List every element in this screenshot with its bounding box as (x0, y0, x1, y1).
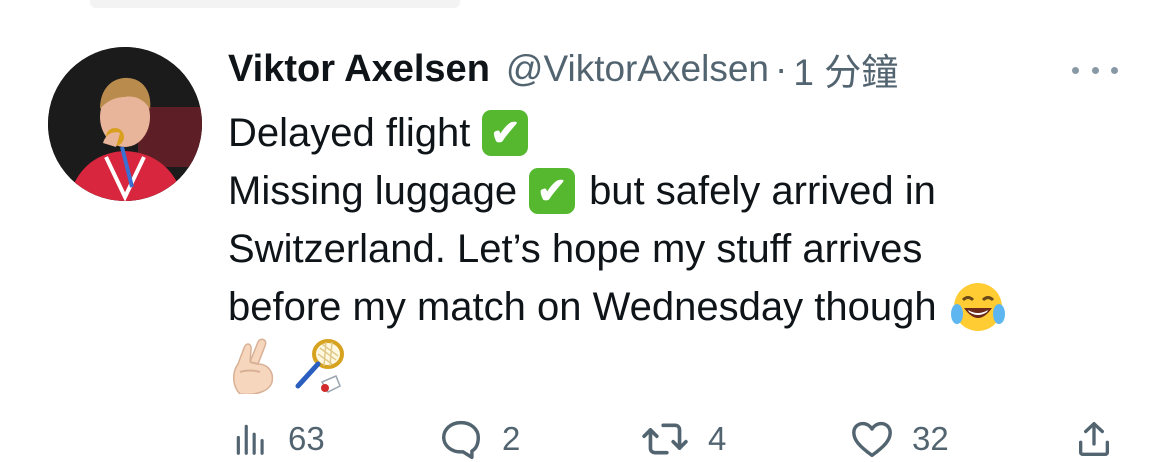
share-icon (1079, 422, 1109, 456)
tweet-timestamp[interactable]: 1 分鐘 (793, 42, 898, 96)
tweet-actions: 63 2 4 32 (228, 416, 1128, 462)
author-avatar[interactable] (48, 47, 202, 201)
like-button[interactable]: 32 (850, 416, 949, 462)
reply-count: 2 (502, 420, 521, 457)
reply-icon (442, 420, 480, 459)
retweet-count: 4 (708, 420, 727, 457)
previous-tweet-edge (90, 0, 460, 8)
header-separator: · (775, 48, 788, 89)
tweet-text: Delayed flight ✔ Missing luggage ✔ but s… (228, 104, 1128, 396)
tweet-line-3: Switzerland. Let’s hope my stuff arrives (228, 220, 1128, 278)
tweet-line-4: before my match on Wednesday though (228, 278, 1128, 336)
tweet-text-segment: Switzerland. Let’s hope my stuff arrives (228, 227, 923, 271)
tweet-text-segment: before my match on Wednesday though (228, 285, 937, 329)
crossed-fingers-emoji (233, 338, 274, 394)
more-options-icon[interactable] (1072, 55, 1118, 85)
face-with-tears-of-joy-emoji (950, 283, 1005, 331)
tweet-text-segment: Delayed flight (228, 111, 471, 155)
retweet-button[interactable]: 4 (640, 416, 726, 462)
more-dot (1072, 66, 1079, 74)
share-button[interactable] (1074, 416, 1114, 462)
like-count: 32 (912, 420, 949, 457)
white-check-mark-emoji: ✔ (482, 110, 529, 156)
tweet-text-segment: but safely arrived in (589, 169, 936, 213)
more-dot (1091, 66, 1099, 74)
views-button[interactable]: 63 (232, 416, 325, 462)
author-handle[interactable]: @ViktorAxelsen (506, 48, 769, 90)
more-dot (1111, 66, 1118, 74)
reply-button[interactable]: 2 (438, 416, 520, 462)
views-count: 63 (288, 420, 325, 457)
tweet-header: Viktor Axelsen @ViktorAxelsen · 1 分鐘 (228, 44, 898, 94)
tweet-line-2: Missing luggage ✔ but safely arrived in (228, 162, 1128, 220)
retweet-icon (642, 423, 688, 455)
tweet-text-segment: Missing luggage (228, 169, 518, 213)
heart-icon (852, 421, 892, 458)
views-chart-icon (236, 424, 264, 455)
avatar-photo (48, 47, 202, 201)
author-name[interactable]: Viktor Axelsen (228, 48, 490, 91)
badminton-emoji (295, 339, 344, 393)
tweet-emoji-line (228, 336, 1128, 396)
white-check-mark-emoji: ✔ (529, 168, 576, 214)
tweet-line-1: Delayed flight ✔ (228, 104, 1128, 162)
